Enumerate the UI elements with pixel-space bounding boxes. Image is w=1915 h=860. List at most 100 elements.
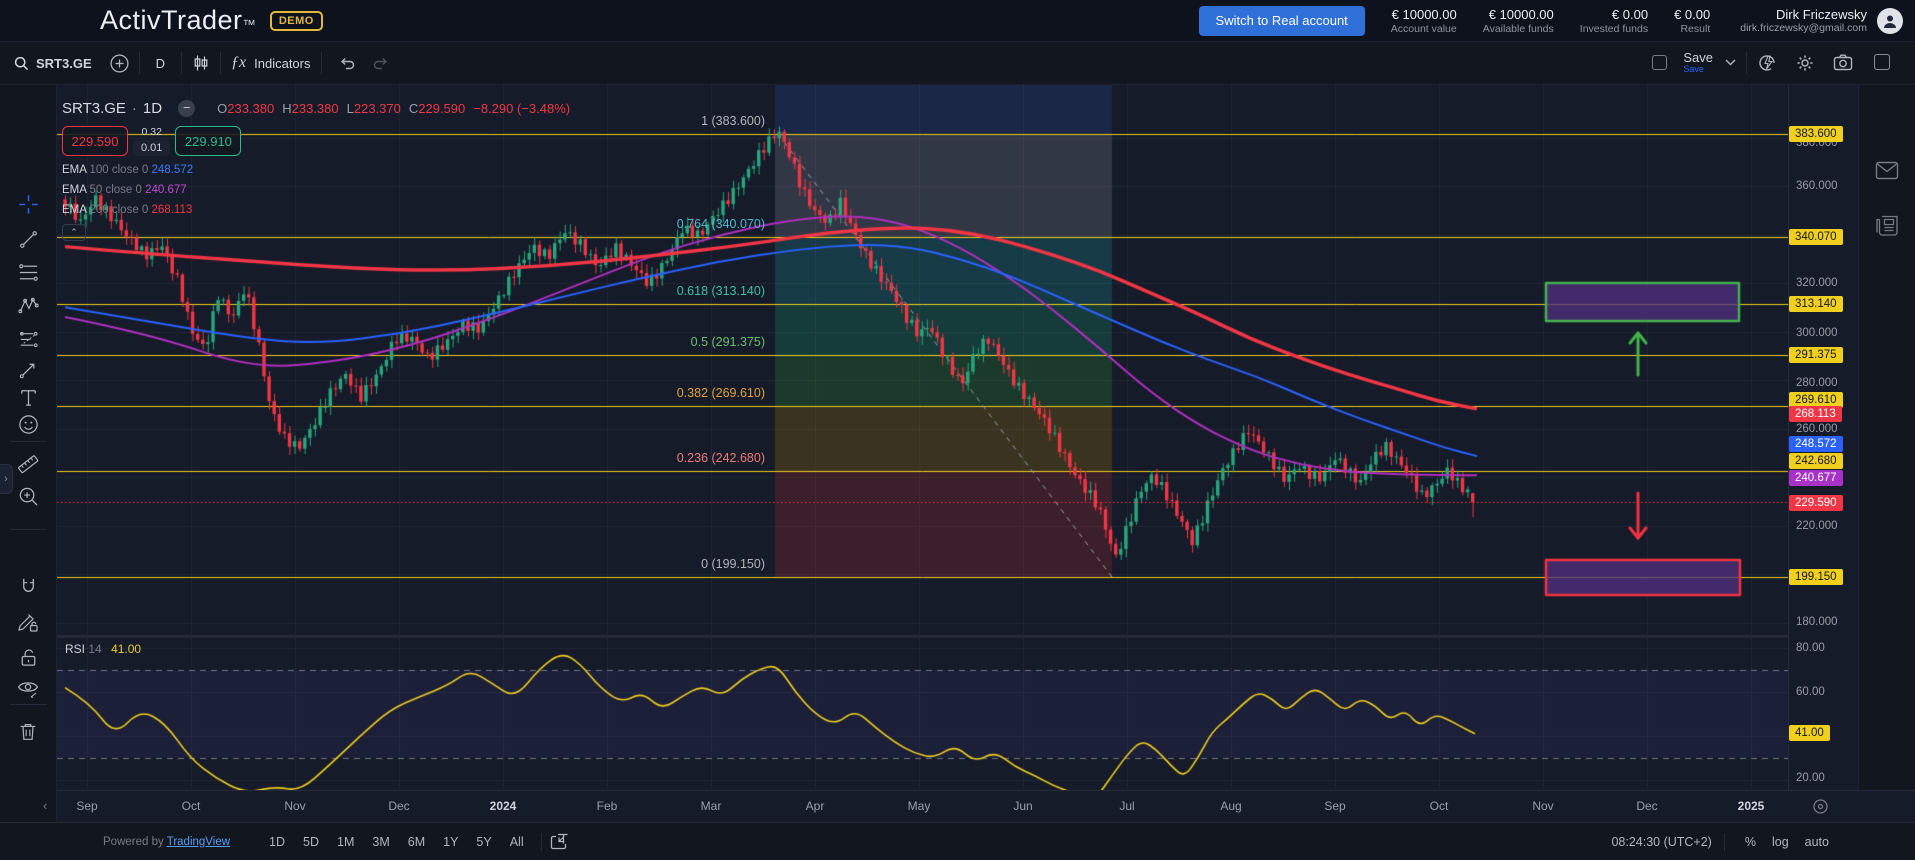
rsi-legend: RSI 14 41.00: [65, 642, 141, 656]
price-label: 60.00: [1789, 684, 1825, 700]
auto-scale-button[interactable]: auto: [1797, 832, 1837, 852]
crosshair-tool[interactable]: [11, 191, 45, 217]
sidebar-divider: [10, 529, 47, 530]
time-label: Sep: [76, 799, 97, 813]
header: ActivTrader™ DEMO Switch to Real account…: [0, 0, 1915, 42]
fib-level-label: 0.5 (291.375): [605, 335, 765, 349]
trend-line-tool[interactable]: [11, 226, 45, 252]
timezone-button[interactable]: [1812, 798, 1829, 815]
indicators-button[interactable]: ƒx Indicators: [231, 54, 310, 72]
range-button-1y[interactable]: 1Y: [434, 831, 467, 853]
scroll-left-arrow[interactable]: ‹: [43, 798, 47, 813]
switch-to-real-button[interactable]: Switch to Real account: [1199, 6, 1365, 36]
arrow-tool[interactable]: [11, 356, 45, 382]
lock-drawings-tool[interactable]: [11, 644, 45, 670]
measure-tool[interactable]: [11, 451, 45, 477]
symbol-search[interactable]: SRT3.GE: [14, 56, 92, 71]
hide-legend-button[interactable]: −: [178, 100, 195, 117]
fib-level-label: 0 (199.150): [605, 557, 765, 571]
percent-scale-button[interactable]: %: [1737, 832, 1764, 852]
interval-button[interactable]: D: [150, 56, 171, 71]
time-label: Sep: [1324, 799, 1345, 813]
go-to-date-button[interactable]: [550, 833, 569, 850]
camera-icon: [1833, 54, 1853, 71]
arrow-marker-icon: [17, 358, 40, 381]
calendar-arrow-icon: [550, 833, 569, 850]
range-button-all[interactable]: All: [501, 831, 533, 853]
ema-name: EMA: [62, 164, 86, 176]
save-layout-button[interactable]: Save Save: [1683, 51, 1713, 74]
save-menu-chevron[interactable]: [1725, 59, 1736, 66]
sell-button[interactable]: 229.590: [62, 126, 128, 156]
app-logo: ActivTrader™: [100, 5, 256, 36]
price-badge: 240.677: [1789, 470, 1843, 486]
time-axis[interactable]: ‹ SepOctNovDec2024FebMarAprMayJunJulAugS…: [57, 790, 1788, 822]
stat-value: € 10000.00: [1483, 7, 1554, 22]
zoom-in-tool[interactable]: [11, 483, 45, 509]
target-icon: [1812, 798, 1829, 815]
price-badge: 383.600: [1789, 126, 1843, 142]
indicator-legend: EMA 100 close 0 248.572 EMA 50 close 0 2…: [62, 164, 570, 216]
chart-area: SRT3.GE · 1D − O233.380H233.380L223.370C…: [57, 85, 1788, 790]
account-stats: € 10000.00 Account value€ 10000.00 Avail…: [1365, 7, 1710, 35]
time-label: Mar: [701, 799, 722, 813]
time-label: Feb: [597, 799, 618, 813]
buy-button[interactable]: 229.910: [175, 126, 241, 156]
person-icon: [1882, 13, 1898, 29]
price-axis[interactable]: 383.600380.000360.000340.070320.000313.1…: [1788, 85, 1858, 822]
chart-style-button[interactable]: [192, 54, 210, 72]
log-scale-button[interactable]: log: [1764, 832, 1797, 852]
multichart-checkbox[interactable]: [1652, 55, 1667, 70]
screenshot-button[interactable]: [1833, 54, 1853, 71]
fib-level-label: 0.618 (313.140): [605, 284, 765, 298]
ema-params: 100 close 0: [90, 164, 152, 176]
text-tool[interactable]: [11, 384, 45, 410]
quick-trade-button[interactable]: [1757, 53, 1777, 73]
pencil-lock-icon: [16, 610, 40, 634]
range-button-3m[interactable]: 3M: [363, 831, 398, 853]
messages-button[interactable]: [1875, 161, 1899, 180]
chart-toolbar: SRT3.GE D ƒx Indicators: [0, 42, 1915, 85]
ohlc-value: 229.590: [418, 101, 465, 116]
legend-collapse-button[interactable]: ⌃: [62, 224, 86, 241]
projection-tool[interactable]: [11, 325, 45, 351]
trash-icon: [17, 720, 39, 743]
fib-retracement-tool[interactable]: [11, 259, 45, 285]
price-label: 260.000: [1789, 421, 1838, 437]
avatar[interactable]: [1877, 8, 1903, 34]
hide-drawings-tool[interactable]: [11, 676, 45, 702]
news-button[interactable]: [1875, 215, 1899, 237]
ohlc-key: L: [347, 101, 354, 116]
range-button-6m[interactable]: 6M: [399, 831, 434, 853]
range-button-1d[interactable]: 1D: [260, 831, 294, 853]
emoji-tool[interactable]: [11, 411, 45, 437]
toolbar-separator: [220, 52, 221, 74]
price-label: 80.00: [1789, 640, 1825, 656]
tradingview-link[interactable]: TradingView: [167, 836, 230, 848]
ohlc-value: 233.380: [227, 101, 274, 116]
lightning-gauge-icon: [1757, 53, 1777, 73]
ema-params: 50 close 0: [90, 184, 146, 196]
settings-button[interactable]: [1795, 53, 1815, 73]
ema-legend-row: EMA 100 close 0 248.572: [62, 164, 570, 176]
clock[interactable]: 08:24:30 (UTC+2): [1611, 835, 1711, 849]
ohlc-value: 233.380: [292, 101, 339, 116]
ohlc-key: O: [217, 101, 227, 116]
undo-button[interactable]: [338, 56, 356, 71]
right-icon-strip: [1858, 85, 1915, 822]
range-button-5y[interactable]: 5Y: [467, 831, 500, 853]
object-tree-handle[interactable]: ›: [0, 464, 13, 494]
stay-in-drawing-mode-tool[interactable]: [11, 609, 45, 635]
magnet-tool[interactable]: [11, 573, 45, 599]
layout-grid-button[interactable]: [1874, 54, 1890, 70]
stat-label: Available funds: [1483, 23, 1554, 35]
date-ranges: 1D5D1M3M6M1Y5YAll: [260, 831, 533, 853]
range-button-5d[interactable]: 5D: [294, 831, 328, 853]
range-button-1m[interactable]: 1M: [328, 831, 363, 853]
time-label: May: [908, 799, 931, 813]
compare-add-button[interactable]: [110, 54, 129, 73]
remove-drawings-tool[interactable]: [11, 718, 45, 744]
redo-button[interactable]: [372, 56, 390, 71]
time-label: Oct: [182, 799, 201, 813]
pattern-tool[interactable]: [11, 292, 45, 318]
